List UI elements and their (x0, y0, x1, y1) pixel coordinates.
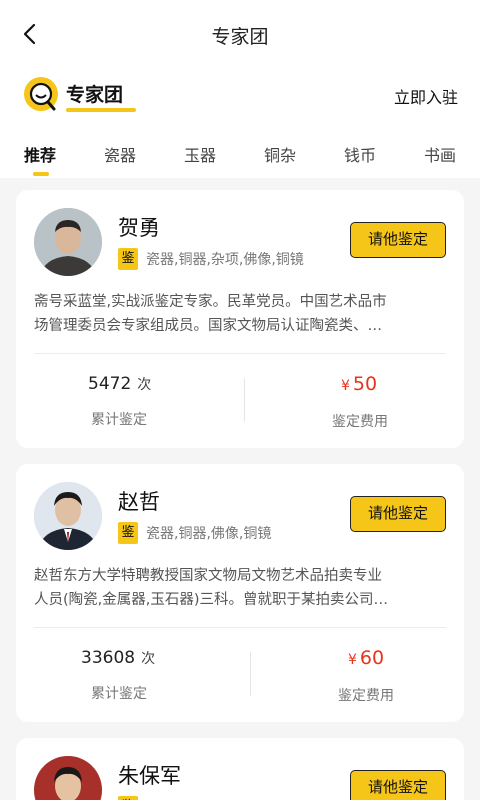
appraisal-fee: ¥50 (341, 373, 377, 395)
appraisal-fee-label: 鉴定费用 (332, 414, 388, 430)
appraisal-fee-value: 50 (352, 373, 378, 395)
appraisal-count: 5472 次 (88, 374, 151, 394)
expert-name: 贺勇 (118, 216, 160, 240)
expert-description: 赵哲东方大学特聘教授国家文物局文物艺术品拍卖专业 人员(陶瓷,金属器,玉石器)三… (34, 564, 448, 612)
appraisal-fee-label: 鉴定费用 (338, 688, 394, 704)
avatar (34, 208, 102, 276)
expert-description: 斋号采蓝堂,实战派鉴定专家。民革党员。中国艺术品市 场管理委员会专家组成员。国家… (34, 290, 448, 338)
tab-bronze-misc[interactable]: 铜杂 (240, 120, 320, 178)
expert-name: 朱保军 (118, 764, 181, 788)
expert-specialties: 瓷器,铜器,佛像,铜镜 (146, 526, 272, 542)
divider (34, 353, 446, 354)
expert-card[interactable]: 朱保军 鉴 请他鉴定 (16, 738, 464, 800)
currency-symbol: ¥ (348, 652, 357, 668)
category-tabs: 推荐 瓷器 玉器 铜杂 钱币 书画 (0, 120, 480, 178)
description-line: 赵哲东方大学特聘教授国家文物局文物艺术品拍卖专业 (34, 568, 382, 584)
brand-title: 专家团 (66, 84, 124, 106)
tab-porcelain[interactable]: 瓷器 (80, 120, 160, 178)
appraisal-count-label: 累计鉴定 (91, 686, 147, 702)
appraise-badge: 鉴 (118, 248, 138, 270)
appraisal-count-value: 33608 (81, 648, 136, 668)
tab-painting[interactable]: 书画 (400, 120, 480, 178)
request-appraisal-button[interactable]: 请他鉴定 (350, 496, 446, 532)
top-bar: 专家团 (0, 0, 480, 70)
stat-separator (250, 652, 251, 696)
tab-jade[interactable]: 玉器 (160, 120, 240, 178)
brand-bar: 专家团 立即入驻 (0, 70, 480, 120)
appraise-badge: 鉴 (118, 522, 138, 544)
appraise-badge: 鉴 (118, 796, 138, 800)
avatar (34, 482, 102, 550)
brand-underline (66, 108, 136, 112)
request-appraisal-button[interactable]: 请他鉴定 (350, 222, 446, 258)
appraisal-count: 33608 次 (81, 648, 155, 668)
appraisal-count-unit: 次 (137, 377, 152, 393)
expert-logo-icon (22, 76, 60, 114)
expert-name: 赵哲 (118, 490, 160, 514)
description-line: 斋号采蓝堂,实战派鉴定专家。民革党员。中国艺术品市 (34, 294, 387, 310)
appraisal-count-value: 5472 (88, 374, 132, 394)
request-appraisal-button[interactable]: 请他鉴定 (350, 770, 446, 800)
join-now-link[interactable]: 立即入驻 (394, 84, 458, 108)
tab-coins[interactable]: 钱币 (320, 120, 400, 178)
appraisal-count-label: 累计鉴定 (91, 412, 147, 428)
appraisal-fee: ¥60 (348, 647, 384, 669)
expert-card[interactable]: 赵哲 鉴 瓷器,铜器,佛像,铜镜 请他鉴定 赵哲东方大学特聘教授国家文物局文物艺… (16, 464, 464, 722)
page-title: 专家团 (211, 26, 269, 48)
appraisal-count-unit: 次 (141, 651, 156, 667)
avatar (34, 756, 102, 800)
expert-card[interactable]: 贺勇 鉴 瓷器,铜器,杂项,佛像,铜镜 请他鉴定 斋号采蓝堂,实战派鉴定专家。民… (16, 190, 464, 448)
stat-separator (244, 378, 245, 422)
description-line: 场管理委员会专家组成员。国家文物局认证陶瓷类、… (34, 318, 382, 334)
expert-specialties: 瓷器,铜器,杂项,佛像,铜镜 (146, 252, 304, 268)
divider (34, 627, 446, 628)
appraisal-fee-value: 60 (359, 647, 385, 669)
description-line: 人员(陶瓷,金属器,玉石器)三科。曾就职于某拍卖公司… (34, 592, 389, 608)
currency-symbol: ¥ (341, 378, 350, 394)
tab-recommend[interactable]: 推荐 (0, 120, 80, 178)
